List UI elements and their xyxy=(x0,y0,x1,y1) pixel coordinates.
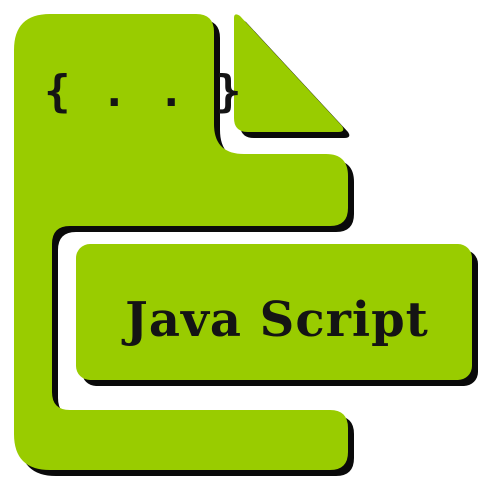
javascript-label: Java Script xyxy=(125,292,429,348)
javascript-file-icon: { . . } Java Script xyxy=(0,0,490,490)
folded-corner-shape xyxy=(234,14,344,132)
code-braces-glyph: { . . } xyxy=(44,66,244,117)
